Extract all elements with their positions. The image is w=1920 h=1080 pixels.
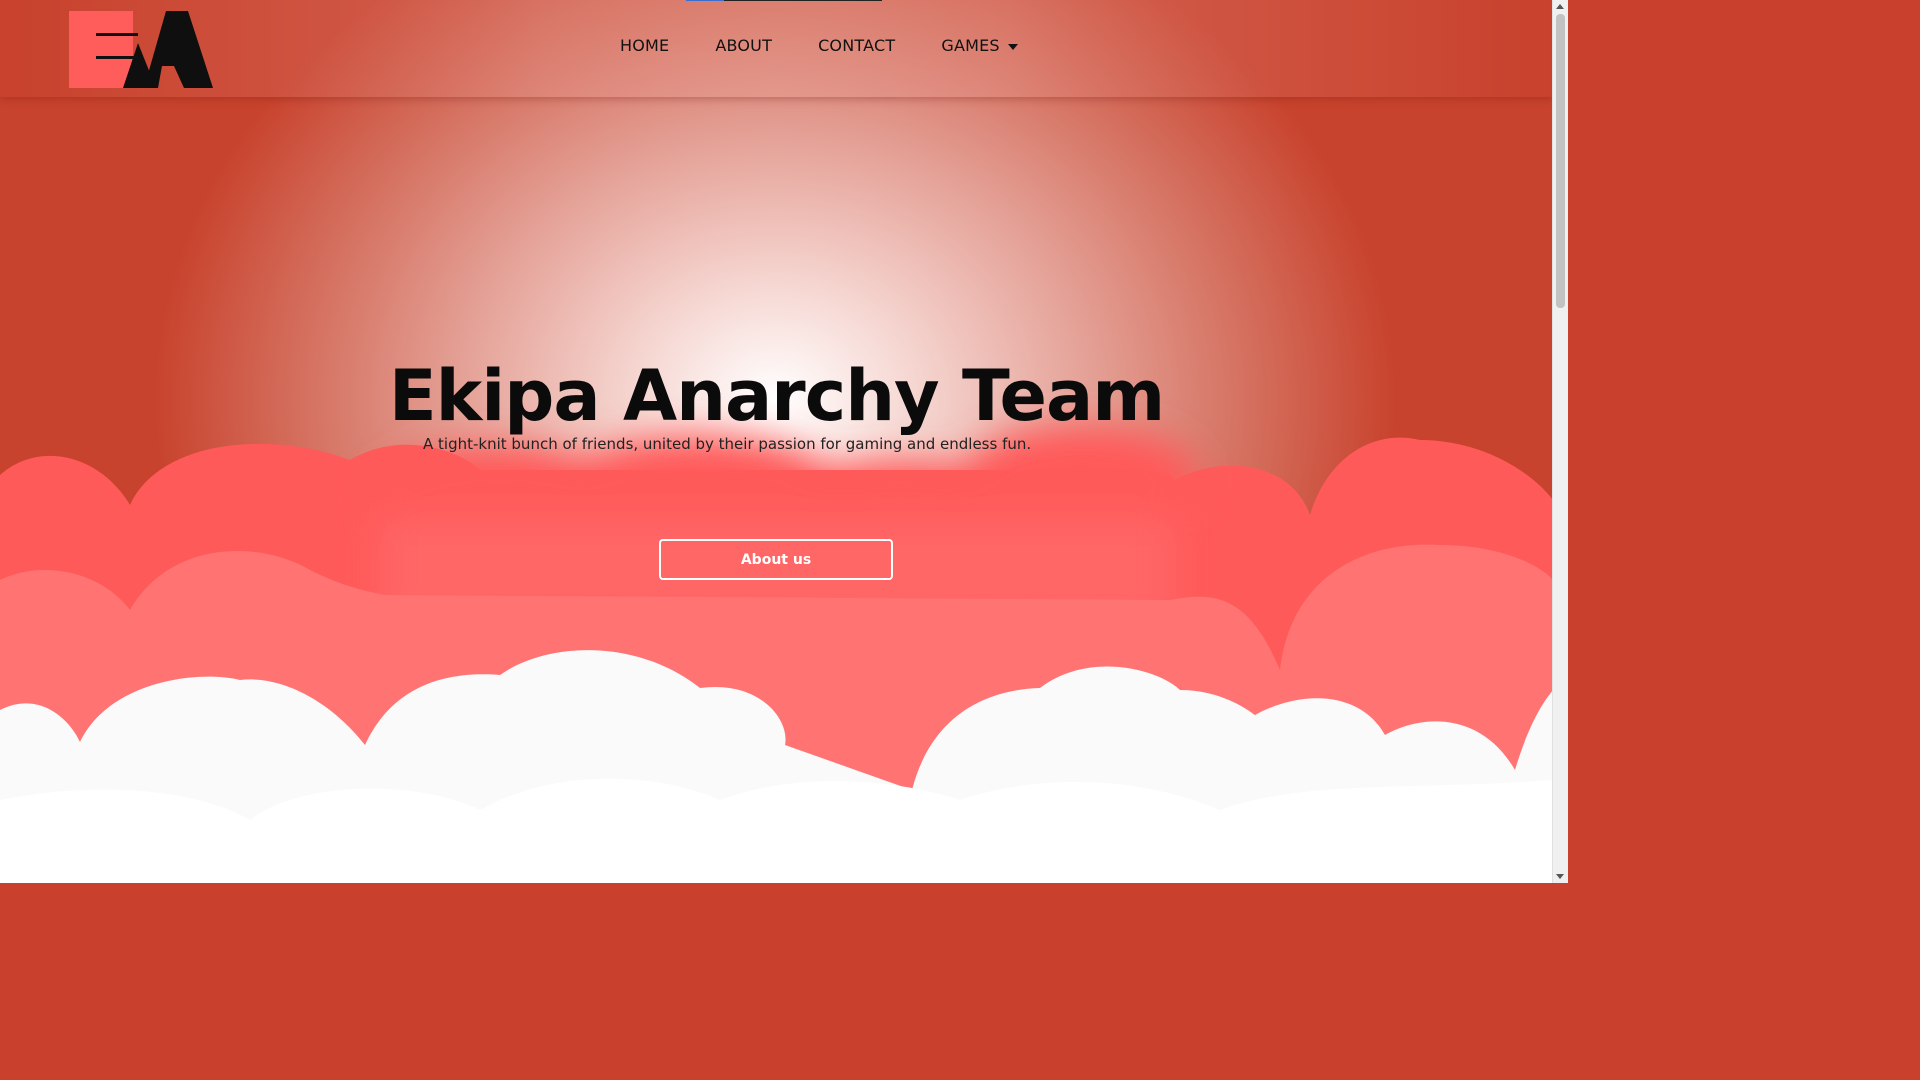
logo[interactable]: [66, 8, 216, 90]
hero-title: Ekipa Anarchy Team: [388, 354, 1165, 437]
page: HOME ABOUT CONTACT GAMES Ekipa Anarchy T…: [0, 0, 1553, 883]
hero-subtitle: A tight-knit bunch of friends, united by…: [423, 435, 1032, 453]
nav-games-dropdown[interactable]: GAMES: [941, 36, 1018, 55]
caret-down-icon: [1007, 43, 1018, 50]
about-us-button[interactable]: About us: [659, 539, 893, 580]
main-nav: HOME ABOUT CONTACT GAMES: [620, 36, 1018, 55]
scroll-thumb[interactable]: [1556, 14, 1565, 308]
top-progress-line: [686, 0, 882, 1]
nav-games-label: GAMES: [941, 36, 1000, 55]
scroll-down-arrow-icon[interactable]: [1556, 874, 1564, 879]
nav-about[interactable]: ABOUT: [715, 36, 772, 55]
scroll-up-arrow-icon[interactable]: [1556, 4, 1564, 9]
vertical-scrollbar[interactable]: [1552, 0, 1568, 883]
navbar: HOME ABOUT CONTACT GAMES: [0, 0, 1553, 97]
nav-home[interactable]: HOME: [620, 36, 669, 55]
nav-contact[interactable]: CONTACT: [818, 36, 895, 55]
